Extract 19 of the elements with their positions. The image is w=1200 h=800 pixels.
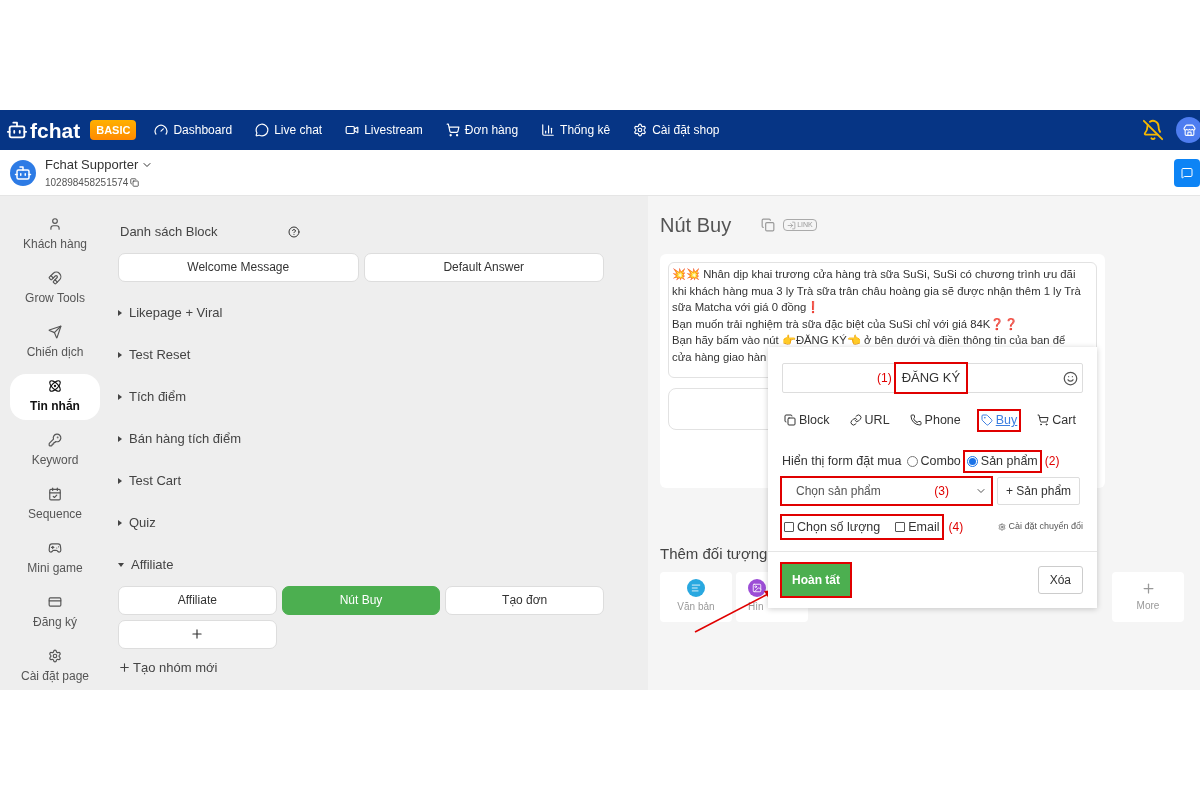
annotation-label: (4) (948, 518, 964, 536)
section-title: Thêm đối tượng (660, 544, 768, 564)
block-title: Nút Buy (660, 213, 732, 238)
message-line: Bạn muốn trải nghiệm trà sữa đặc biệt của SuSi chỉ với giá 84K❓❓ (672, 316, 1019, 332)
annotation-label: (2) (1044, 453, 1060, 471)
message-line: 💥💥 Nhân dịp khai trương cửa hàng trà sữa SuSi, SuSi có chương trình ưu đãi (672, 267, 1076, 282)
select-placeholder: Chọn sản phẩm (796, 482, 881, 500)
logo-text: fchat (30, 119, 81, 141)
plan-badge: BASIC (90, 119, 137, 141)
section-title: Danh sách Block (120, 223, 218, 241)
message-line: sữa Matcha với giá 0 đồng❗ (672, 300, 821, 315)
message-line: cửa hàng giao hàn (672, 349, 767, 365)
annotation-label: (1) (877, 370, 892, 387)
button-title-value: ĐĂNG KÝ (895, 364, 967, 392)
form-label: Hiển thị form đặt mua (782, 452, 902, 470)
annotation-label: (3) (934, 482, 949, 500)
message-line: khi khách hàng mua 3 ly Trà sữa trân châu hoàng gia sẽ được nhận thêm 1 ly Trà (672, 283, 1081, 299)
message-line: Bạn hãy bấm vào nút 👉ĐĂNG KÝ👈 ở bên dưới và điền thông tin của ban để (672, 333, 1066, 348)
page-id: 102898458251574 (45, 175, 129, 190)
